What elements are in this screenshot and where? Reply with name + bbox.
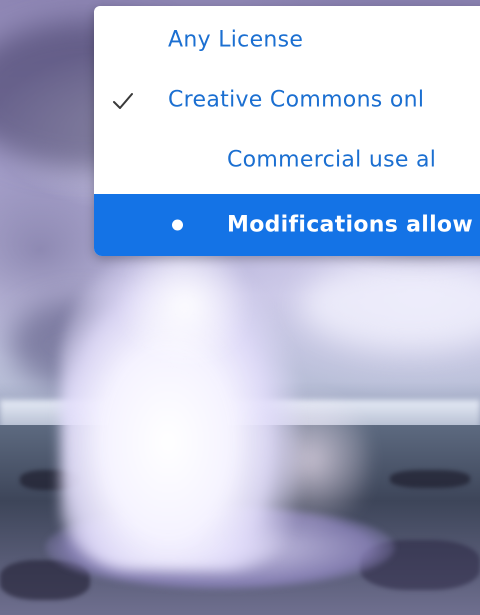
bullet-icon bbox=[172, 219, 183, 231]
menu-item-any-license[interactable]: Any License bbox=[94, 12, 480, 68]
license-filter-menu: Any License Creative Commons onl Commerc… bbox=[94, 6, 480, 256]
menu-item-modifications-allowed[interactable]: Modifications allow bbox=[94, 194, 480, 256]
menu-item-commercial-use[interactable]: Commercial use al bbox=[94, 132, 480, 188]
menu-item-creative-commons[interactable]: Creative Commons onl bbox=[94, 72, 480, 128]
screen: Any License Creative Commons onl Commerc… bbox=[0, 0, 480, 615]
rock bbox=[390, 470, 470, 488]
menu-item-label: Modifications allow bbox=[227, 212, 473, 238]
menu-item-label: Creative Commons onl bbox=[168, 87, 425, 113]
checkmark-icon bbox=[113, 93, 133, 109]
menu-item-label: Commercial use al bbox=[227, 147, 437, 173]
cloud bbox=[300, 260, 480, 350]
geyser-plume bbox=[120, 240, 250, 370]
menu-item-label: Any License bbox=[168, 27, 304, 53]
